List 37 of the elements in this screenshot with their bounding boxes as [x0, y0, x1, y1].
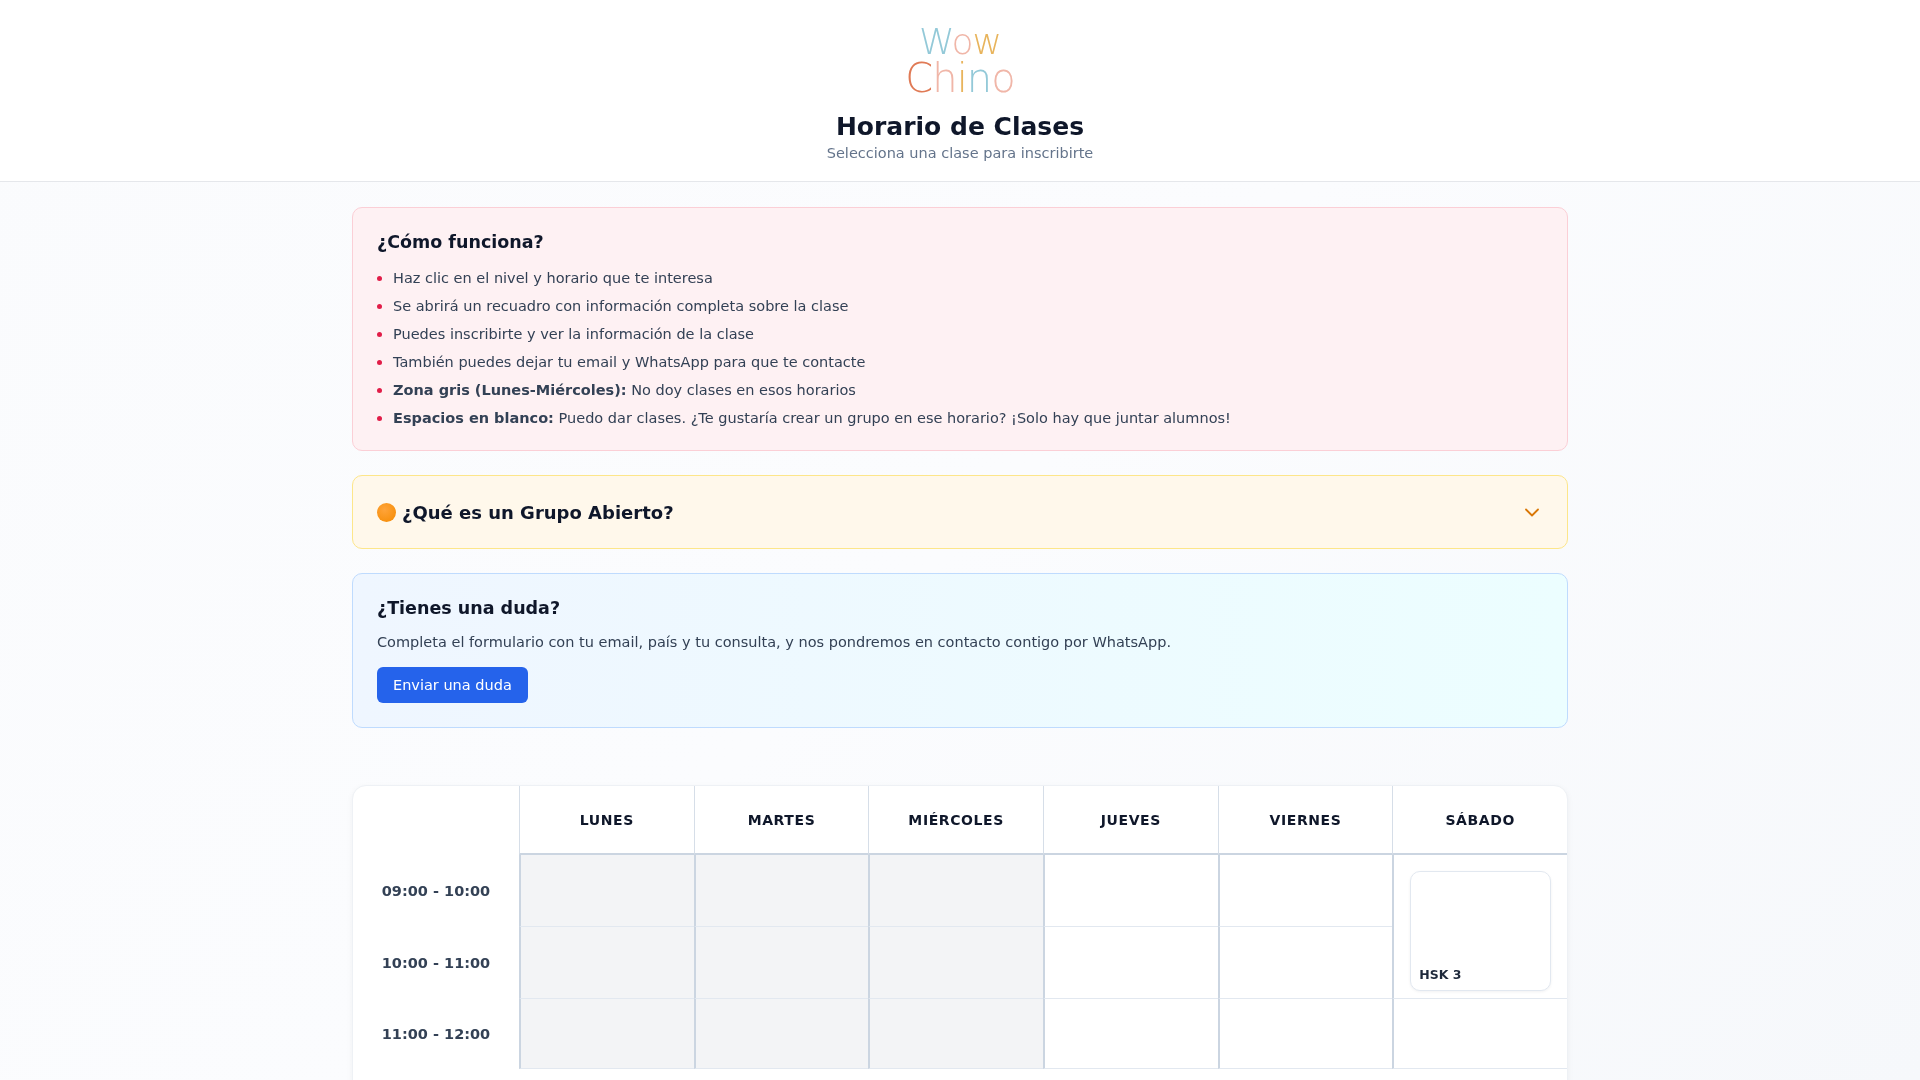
dot-icon: [377, 502, 396, 522]
card-title: ¿Cómo funciona?: [377, 232, 545, 252]
open-slot[interactable]: [1043, 999, 1218, 1069]
class-card[interactable]: HSK 3: [1410, 871, 1551, 991]
bullet-dot: [377, 303, 382, 309]
open-slot[interactable]: [1217, 999, 1393, 1069]
bullet-dot: [377, 387, 382, 393]
open-slot[interactable]: [1392, 999, 1567, 1069]
open-slot[interactable]: [1043, 855, 1218, 927]
accordion-header[interactable]: ¿Qué es un Grupo Abierto?: [352, 475, 1568, 549]
open-slot[interactable]: [1043, 927, 1218, 999]
time-label: 10:00 - 11:00: [380, 954, 492, 973]
time-label: 11:00 - 12:00: [380, 1025, 492, 1044]
bullet-dot: [377, 275, 382, 281]
page-title: Horario de Clases: [835, 112, 1085, 141]
card-title: ¿Tienes una duda?: [377, 598, 562, 618]
card-text: Completa el formulario con tu email, país y tu consulta, y nos pondremos en contacto contigo por WhatsApp.: [377, 634, 1173, 650]
list-item-text: Espacios en blanco: Puedo dar clases. ¿Te gustaría crear un grupo en ese horario? ¡Solo hay que juntar alumnos!: [393, 410, 1231, 426]
list-item-text: También puedes dejar tu email y WhatsApp para que te contacte: [393, 354, 866, 370]
list-item-text: Se abrirá un recuadro con información completa sobre la clase: [393, 298, 849, 314]
bullet-dot: [377, 359, 382, 365]
bullet-dot: [377, 331, 382, 337]
time-label: 09:00 - 10:00: [380, 882, 492, 901]
send-question-button[interactable]: Enviar una duda: [377, 667, 528, 703]
list-item-text: Haz clic en el nivel y horario que te interesa: [393, 270, 713, 286]
list-item-text: Zona gris (Lunes-Miércoles): No doy clases en esos horarios: [393, 382, 856, 398]
bullet-dot: [377, 415, 382, 421]
logo: Wow Chino: [905, 24, 1015, 96]
chevron-icon: [1525, 507, 1539, 517]
accordion-title: ¿Qué es un Grupo Abierto?: [402, 501, 675, 523]
list-item-text: Puedes inscribirte y ver la información de la clase: [393, 326, 755, 342]
page-subtitle: Selecciona una clase para inscribirte: [826, 145, 1094, 161]
column-header: SÁBADO: [1392, 786, 1567, 855]
open-slot[interactable]: [1217, 855, 1393, 927]
column-header: VIERNES: [1217, 786, 1393, 855]
column-header: JUEVES: [1043, 786, 1218, 855]
open-slot[interactable]: [1217, 927, 1393, 999]
